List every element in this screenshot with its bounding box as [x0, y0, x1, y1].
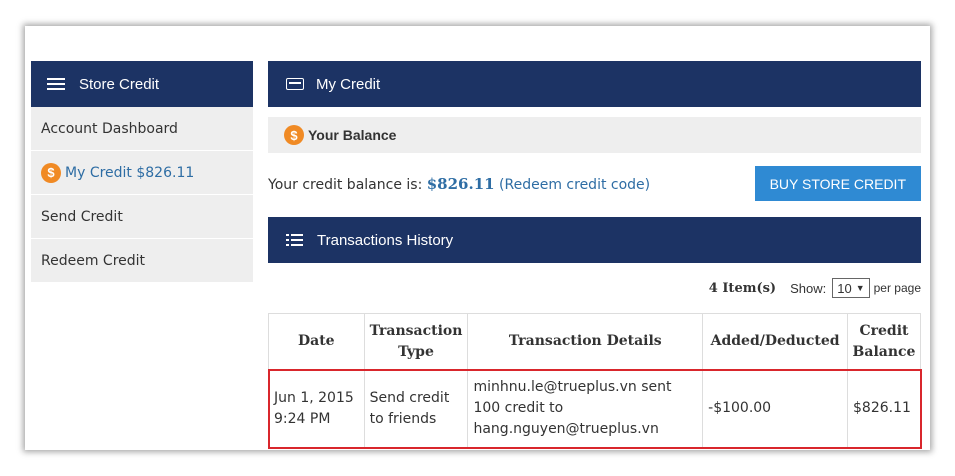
cell-details: minhnu.le@trueplus.vn sent 100 credit to…: [467, 369, 704, 448]
balance-text: Your credit balance is: $826.11 (Redeem …: [268, 175, 650, 193]
sidebar-item-label: Redeem Credit: [41, 252, 146, 269]
sidebar-item-label: Account Dashboard: [41, 120, 178, 137]
sidebar-item-label: My Credit $826.11: [65, 164, 195, 181]
table-row[interactable]: Jun 1, 2015 9:24 PM Send credit to frien…: [267, 368, 922, 449]
balance-amount: $826.11: [426, 175, 495, 193]
show-label: Show:: [790, 280, 827, 296]
cell-balance: $826.11: [847, 369, 921, 448]
balance-row: Your credit balance is: $826.11 (Redeem …: [268, 153, 921, 217]
transactions-history-title: Transactions History: [317, 231, 454, 249]
dollar-coin-icon: $: [41, 162, 61, 183]
dollar-coin-icon: $: [284, 125, 304, 145]
column-header-date[interactable]: Date: [268, 313, 365, 370]
sidebar-title: Store Credit: [79, 75, 160, 93]
transactions-table: Date Transaction Type Transaction Detail…: [267, 313, 922, 449]
table-header-row: Date Transaction Type Transaction Detail…: [268, 313, 921, 370]
cell-type: Send credit to friends: [363, 369, 469, 448]
pager-row: 4 Item(s) Show: 10 ▼ per page: [268, 263, 921, 313]
column-header-added-deducted[interactable]: Added/Deducted: [702, 313, 848, 370]
column-header-credit-balance[interactable]: Credit Balance: [847, 313, 921, 370]
sidebar-item-redeem-credit[interactable]: Redeem Credit: [31, 239, 253, 283]
credit-card-icon: [286, 78, 304, 90]
balance-section-header: $ Your Balance: [268, 117, 921, 153]
list-icon: [286, 233, 303, 247]
sidebar-item-my-credit[interactable]: $ My Credit $826.11: [31, 151, 253, 195]
buy-store-credit-button[interactable]: BUY STORE CREDIT: [754, 166, 921, 201]
per-page-select[interactable]: 10 ▼: [832, 278, 870, 298]
sidebar-header: Store Credit: [31, 61, 253, 107]
per-page-value: 10: [837, 280, 852, 296]
sidebar: Store Credit Account Dashboard $ My Cred…: [31, 61, 253, 283]
page-title: My Credit: [316, 75, 381, 93]
column-header-transaction-type[interactable]: Transaction Type: [363, 313, 469, 370]
column-header-transaction-details[interactable]: Transaction Details: [467, 313, 704, 370]
app-frame: Store Credit Account Dashboard $ My Cred…: [25, 26, 930, 450]
redeem-credit-code-link[interactable]: (Redeem credit code): [499, 177, 650, 193]
items-count: 4 Item(s): [708, 280, 777, 296]
per-page-label: per page: [873, 281, 921, 295]
cell-date: Jun 1, 2015 9:24 PM: [268, 369, 365, 448]
balance-prefix: Your credit balance is:: [268, 177, 427, 193]
sidebar-item-label: Send Credit: [41, 208, 123, 225]
sidebar-item-send-credit[interactable]: Send Credit: [31, 195, 253, 239]
pager: 4 Item(s) Show: 10 ▼ per page: [709, 278, 921, 298]
main-content: My Credit $ Your Balance Your credit bal…: [267, 61, 922, 449]
hamburger-icon[interactable]: [47, 78, 65, 90]
sidebar-item-account-dashboard[interactable]: Account Dashboard: [31, 107, 253, 151]
cell-amount: -$100.00: [702, 369, 848, 448]
balance-title: Your Balance: [308, 127, 397, 143]
transactions-history-header: Transactions History: [268, 217, 921, 263]
my-credit-header: My Credit: [268, 61, 921, 107]
caret-down-icon: ▼: [855, 283, 865, 293]
